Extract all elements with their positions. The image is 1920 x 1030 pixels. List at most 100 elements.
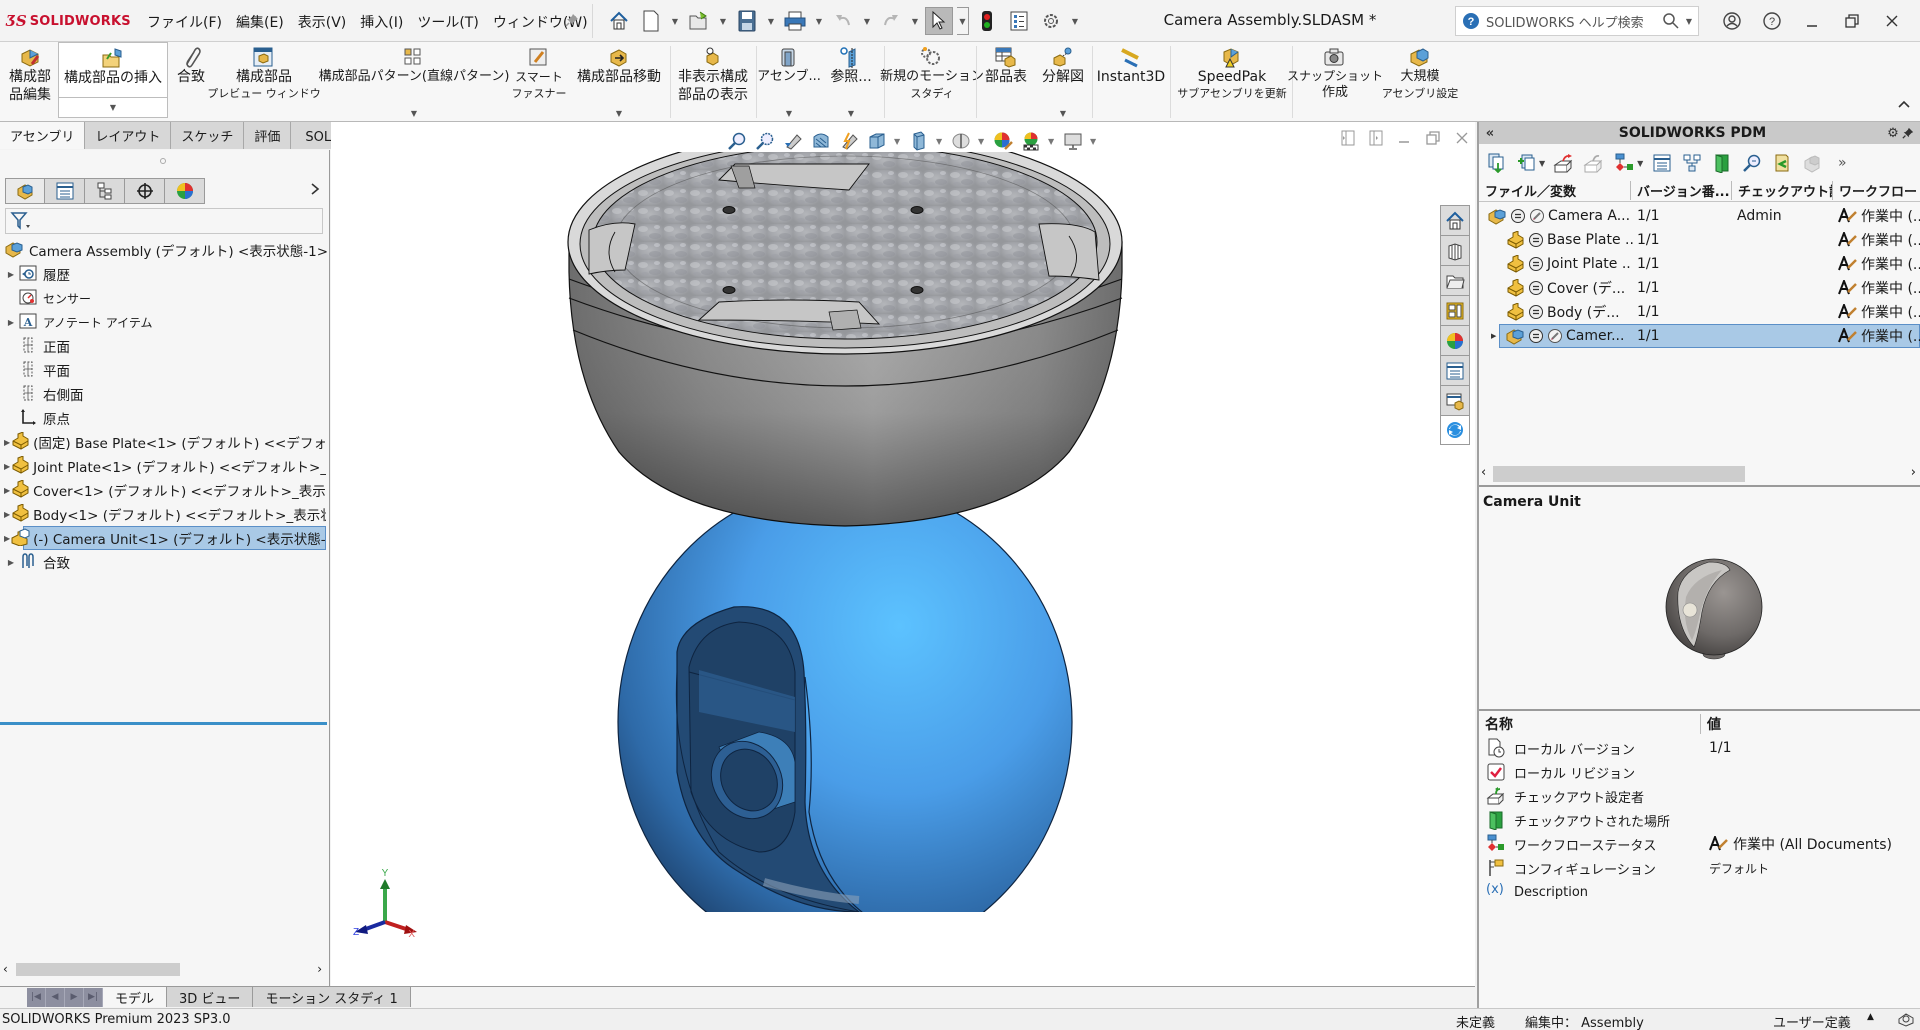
check-in-icon[interactable] xyxy=(1553,152,1575,174)
tree-filter-box[interactable] xyxy=(5,208,323,234)
rebuild-icon[interactable] xyxy=(973,7,1001,35)
search-vault-icon[interactable] xyxy=(1741,152,1763,174)
property-workflow-state[interactable]: ワークフローステータス 作業中 (All Documents) xyxy=(1479,832,1920,856)
pdm-file-row[interactable]: ▶ Camer... 1/1 作業中 (... xyxy=(1479,324,1920,348)
insert-component-button[interactable]: 構成部品の挿入 ▼ xyxy=(58,42,168,118)
hide-show-items-icon[interactable] xyxy=(950,130,972,152)
instant3d-button[interactable]: Instant3D xyxy=(1094,42,1168,122)
close-icon[interactable] xyxy=(1872,4,1912,38)
edit-appearance-icon[interactable] xyxy=(992,130,1014,152)
scroll-right-icon[interactable]: › xyxy=(317,962,322,976)
pdm-list-horizontal-scrollbar[interactable]: ‹ › xyxy=(1479,463,1920,483)
column-name[interactable]: 名称 xyxy=(1479,714,1701,734)
pane-splitter[interactable] xyxy=(1479,709,1920,711)
task-pane-tab-resources[interactable] xyxy=(1440,205,1470,235)
get-latest-version-icon[interactable] xyxy=(1485,152,1507,174)
search-dropdown[interactable]: ▼ xyxy=(1686,17,1692,26)
collapse-ribbon-icon[interactable] xyxy=(1898,100,1910,108)
property-local-version[interactable]: ローカル バージョン 1/1 xyxy=(1479,736,1920,760)
exploded-view-button[interactable]: 分解図 ▼ xyxy=(1036,42,1090,122)
tree-item-front-plane[interactable]: 正面 xyxy=(4,334,70,358)
dynamic-annotation-icon[interactable] xyxy=(838,130,860,152)
undo-checkout-icon[interactable] xyxy=(1771,152,1793,174)
mate-button[interactable]: 合致 xyxy=(170,42,212,122)
tree-item-joint-plate[interactable]: ▶ Joint Plate<1> (デフォルト) <<デフォルト>_表示状態 xyxy=(4,454,326,478)
viewport-close-icon[interactable] xyxy=(1455,131,1469,145)
tab-model[interactable]: モデル xyxy=(103,987,168,1007)
tab-layout[interactable]: レイアウト xyxy=(85,122,172,149)
insert-component-dropdown[interactable]: ▼ xyxy=(59,97,167,117)
move-component-button[interactable]: 構成部品移動 ▼ xyxy=(570,42,668,122)
properties-card-icon[interactable] xyxy=(1651,152,1673,174)
search-icon[interactable] xyxy=(1662,12,1680,30)
component-preview-button[interactable]: 構成部品 プレビュー ウィンドウ xyxy=(207,42,321,122)
tab-sketch[interactable]: スケッチ xyxy=(171,122,245,149)
menu-tools[interactable]: ツール(T) xyxy=(410,10,485,34)
change-state-icon[interactable] xyxy=(1613,152,1635,174)
restore-icon[interactable] xyxy=(1832,4,1872,38)
options-dropdown[interactable]: ▼ xyxy=(1069,7,1081,35)
tab-motion-study[interactable]: モーション スタディ 1 xyxy=(253,987,411,1007)
tree-item-base-plate[interactable]: ▶ (固定) Base Plate<1> (デフォルト) <<デフォルト>_表示… xyxy=(4,430,326,454)
zoom-to-fit-icon[interactable] xyxy=(726,130,748,152)
where-used-tree-icon[interactable] xyxy=(1681,152,1703,174)
viewport-minimize-icon[interactable] xyxy=(1397,131,1411,145)
display-style-icon[interactable] xyxy=(908,130,930,152)
more-tools-chevron-icon[interactable]: » xyxy=(1831,152,1853,174)
rollback-bar[interactable] xyxy=(0,722,327,725)
camera-assembly-model[interactable] xyxy=(559,152,1179,912)
tab-3d-views[interactable]: 3D ビュー xyxy=(167,987,254,1007)
redo-icon[interactable] xyxy=(877,7,905,35)
unit-system[interactable]: ユーザー定義 xyxy=(1773,1012,1851,1030)
menu-insert[interactable]: 挿入(I) xyxy=(353,10,410,34)
task-pane-tab-appearances[interactable] xyxy=(1440,325,1470,355)
menu-view[interactable]: 表示(V) xyxy=(291,10,354,34)
select-icon[interactable] xyxy=(925,7,953,35)
new-motion-study-button[interactable]: 新規のモーション スタディ xyxy=(880,42,984,122)
linear-pattern-dropdown[interactable]: ▼ xyxy=(411,109,417,118)
solidworks-logo[interactable]: ƷS SOLIDWORKS xyxy=(6,10,131,32)
scroll-left-icon[interactable]: ‹ xyxy=(3,962,8,976)
property-description[interactable]: (x) Description xyxy=(1479,880,1920,904)
column-value[interactable]: 値 xyxy=(1701,714,1721,734)
menu-file[interactable]: ファイル(F) xyxy=(140,10,229,34)
expand-arrow-icon[interactable]: ▶ xyxy=(4,270,18,279)
display-manager-tab[interactable] xyxy=(165,178,205,204)
prev-tab-icon[interactable]: ◀ xyxy=(46,987,65,1007)
minimize-icon[interactable] xyxy=(1792,4,1832,38)
property-checked-out-by[interactable]: チェックアウト設定者 xyxy=(1479,784,1920,808)
view-settings-dropdown[interactable]: ▼ xyxy=(1090,137,1098,146)
file-properties-icon[interactable] xyxy=(1005,7,1033,35)
apply-scene-icon[interactable] xyxy=(1020,130,1042,152)
dimxpert-manager-tab[interactable] xyxy=(125,178,165,204)
undo-dropdown[interactable]: ▼ xyxy=(861,7,873,35)
rebuild-status-icon[interactable] xyxy=(1897,1011,1915,1027)
pin-menu-icon[interactable] xyxy=(562,10,582,30)
split-right-icon[interactable] xyxy=(1369,130,1383,146)
previous-view-icon[interactable] xyxy=(782,130,804,152)
tree-item-history[interactable]: ▶ 履歴 xyxy=(4,262,70,286)
scroll-right-icon[interactable]: › xyxy=(1911,465,1916,480)
menu-edit[interactable]: 編集(E) xyxy=(229,10,291,34)
save-dropdown[interactable]: ▼ xyxy=(765,7,777,35)
view-orientation-icon[interactable] xyxy=(866,130,888,152)
tree-item-camera-unit[interactable]: ▶ (-) Camera Unit<1> (デフォルト) <表示状態-1> xyxy=(4,526,326,550)
linear-pattern-button[interactable]: 構成部品パターン(直線パターン) ▼ xyxy=(319,42,509,122)
expand-arrow-icon[interactable]: ▶ xyxy=(1491,332,1496,340)
tree-item-origin[interactable]: 原点 xyxy=(4,406,70,430)
camera-unit-sphere[interactable] xyxy=(617,481,1073,912)
help-circle-icon[interactable]: ? xyxy=(1752,4,1792,38)
expand-arrow-icon[interactable]: ▶ xyxy=(4,558,18,567)
property-configuration[interactable]: コンフィギュレーション デフォルト xyxy=(1479,856,1920,880)
pdm-options-gear-icon[interactable]: ⚙ xyxy=(1884,126,1902,141)
view-orientation-dropdown[interactable]: ▼ xyxy=(894,137,902,146)
tree-root-assembly[interactable]: Camera Assembly (デフォルト) <表示状態-1> xyxy=(4,238,328,262)
column-checked-out-by[interactable]: チェックアウト設... xyxy=(1732,181,1833,200)
exploded-view-dropdown[interactable]: ▼ xyxy=(1060,109,1066,118)
change-state-dropdown[interactable]: ▼ xyxy=(1637,159,1643,168)
property-manager-tab[interactable] xyxy=(45,178,85,204)
reference-disabled-icon[interactable] xyxy=(1801,152,1823,174)
last-tab-icon[interactable]: ▶| xyxy=(84,987,103,1007)
first-tab-icon[interactable]: |◀ xyxy=(27,987,46,1007)
pdm-file-row[interactable]: Base Plate .. 1/1 作業中 (... xyxy=(1479,228,1920,252)
